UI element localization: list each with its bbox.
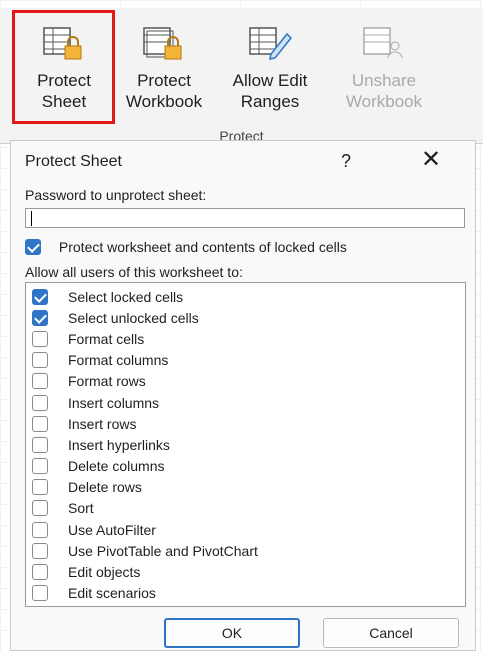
permission-label: Sort [68,500,94,517]
permission-item[interactable]: Select unlocked cells [26,307,465,328]
password-label: Password to unprotect sheet: [25,187,207,203]
permission-checkbox[interactable] [32,288,48,305]
permission-checkbox[interactable] [32,309,48,326]
permission-label: Delete columns [68,458,165,475]
permission-item[interactable]: Format cells [26,328,465,349]
permission-label: Edit objects [68,564,141,581]
permission-label: Use PivotTable and PivotChart [68,542,258,559]
permission-item[interactable]: Insert rows [26,413,465,434]
permission-checkbox[interactable] [32,373,48,390]
protect-contents-checkbox[interactable] [25,239,41,256]
permission-checkbox[interactable] [32,542,48,559]
text-caret [31,211,32,226]
allow-edit-ranges-label: Allow Edit Ranges [232,71,308,111]
permission-item[interactable]: Delete rows [26,477,465,498]
protect-workbook-label: Protect Workbook [125,71,203,111]
permission-label: Insert rows [68,415,137,432]
permission-checkbox[interactable] [32,585,48,602]
permission-checkbox[interactable] [32,479,48,496]
ok-button[interactable]: OK [164,618,300,648]
help-button[interactable]: ? [341,151,351,172]
unshare-workbook-icon [363,27,403,59]
permission-item[interactable]: Select locked cells [26,286,465,307]
permission-item[interactable]: Use AutoFilter [26,519,465,540]
permission-label: Use AutoFilter [68,521,156,538]
allow-users-label: Allow all users of this worksheet to: [25,264,243,280]
permission-label: Format columns [68,352,169,369]
allow-edit-ranges-button[interactable]: Allow Edit Ranges [222,24,318,124]
permission-item[interactable]: Edit scenarios [26,583,465,604]
protect-sheet-dialog: Protect Sheet ? ✕ Password to unprotect … [10,140,476,651]
permission-label: Select unlocked cells [68,309,199,326]
dialog-title: Protect Sheet [25,153,122,170]
permission-checkbox[interactable] [32,500,48,517]
permission-checkbox[interactable] [32,458,48,475]
permission-item[interactable]: Delete columns [26,456,465,477]
permission-label: Insert hyperlinks [68,436,170,453]
permission-label: Format cells [68,330,145,347]
permission-label: Delete rows [68,479,142,496]
highlight-box [12,10,115,124]
unshare-workbook-label: Unshare Workbook [345,71,423,111]
permission-item[interactable]: Insert columns [26,392,465,413]
permission-label: Format rows [68,373,146,390]
password-input[interactable] [25,208,465,228]
permission-item[interactable]: Format columns [26,350,465,371]
permission-item[interactable]: Sort [26,498,465,519]
permission-label: Edit scenarios [68,585,156,602]
allow-edit-ranges-icon [249,27,293,60]
protect-contents-row[interactable]: Protect worksheet and contents of locked… [25,238,347,256]
permission-label: Select locked cells [68,288,184,305]
protect-contents-label: Protect worksheet and contents of locked… [58,239,347,256]
permission-item[interactable]: Edit objects [26,561,465,582]
permissions-list[interactable]: Select locked cells Select unlocked cells… [25,282,466,607]
unshare-workbook-button[interactable]: Unshare Workbook [336,24,432,124]
permission-checkbox[interactable] [32,436,48,453]
permission-item[interactable]: Use PivotTable and PivotChart [26,540,465,561]
close-icon[interactable]: ✕ [421,145,441,174]
permission-checkbox[interactable] [32,415,48,432]
permission-item[interactable]: Insert hyperlinks [26,434,465,455]
permission-checkbox[interactable] [32,394,48,411]
permission-checkbox[interactable] [32,564,48,581]
cancel-button[interactable]: Cancel [323,618,459,648]
protect-workbook-icon [143,27,182,60]
permission-checkbox[interactable] [32,330,48,347]
permission-item[interactable]: Format rows [26,371,465,392]
permission-checkbox[interactable] [32,352,48,369]
permission-checkbox[interactable] [32,521,48,538]
protect-workbook-button[interactable]: Protect Workbook [116,24,212,124]
permission-label: Insert columns [68,394,160,411]
